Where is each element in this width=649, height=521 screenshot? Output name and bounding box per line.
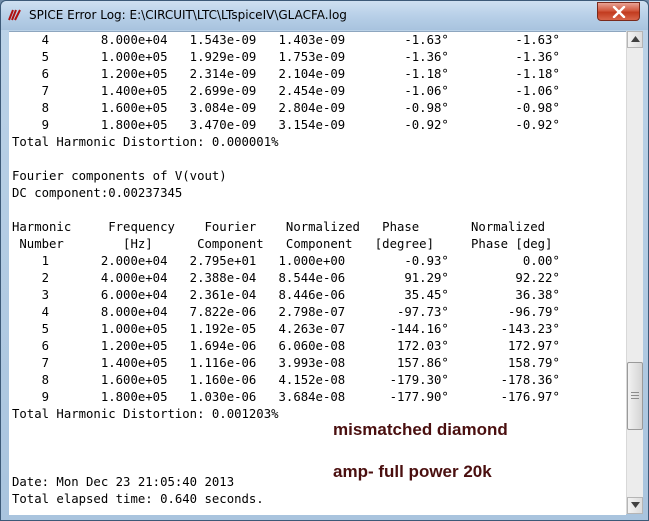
log-text-area[interactable]: 4 8.000e+04 1.543e-09 1.403e-09 -1.63° -… [9,31,626,515]
annotation-mismatched-diamond: mismatched diamond [333,420,508,439]
close-icon [612,6,626,18]
ltspice-logo-icon [8,9,21,21]
annotation-full-power: amp- full power 20k [333,462,492,481]
arrow-up-icon [631,36,640,42]
thumb-grip-line [631,398,639,399]
scroll-thumb[interactable] [627,362,643,430]
scroll-down-button[interactable] [627,497,643,514]
close-button[interactable] [597,2,640,21]
thumb-grip-line [631,395,639,396]
vertical-scrollbar[interactable] [626,31,643,514]
window-title: SPICE Error Log: E:\CIRCUIT\LTC\LTspiceI… [29,8,347,22]
scroll-up-button[interactable] [627,31,643,48]
arrow-down-icon [631,502,640,508]
thumb-grip-line [631,392,639,393]
log-window: SPICE Error Log: E:\CIRCUIT\LTC\LTspiceI… [0,0,649,521]
title-bar[interactable]: SPICE Error Log: E:\CIRCUIT\LTC\LTspiceI… [1,1,648,30]
